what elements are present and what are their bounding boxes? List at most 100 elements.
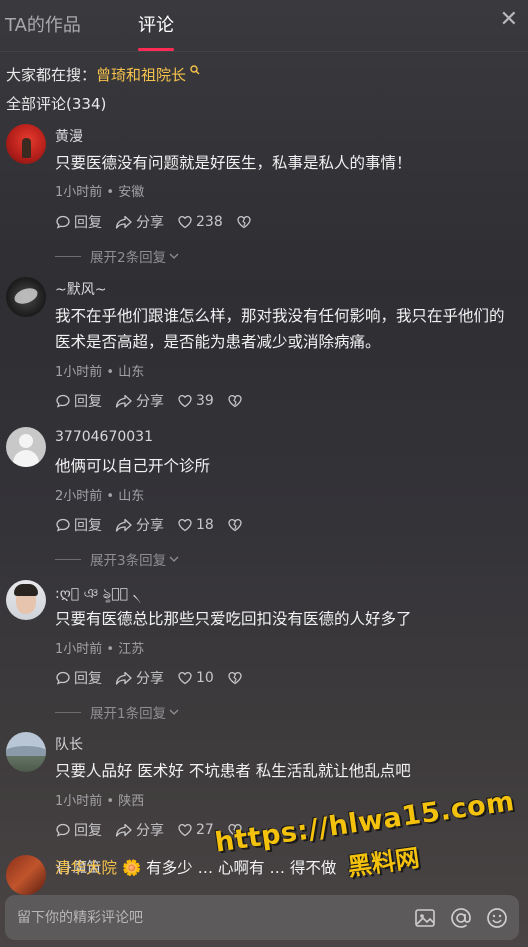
avatar[interactable] (6, 855, 46, 895)
dislike-button[interactable] (236, 214, 255, 230)
share-icon (115, 823, 132, 837)
comment-actions: 回复 分享 39 (55, 391, 259, 411)
at-mention-icon[interactable] (449, 906, 473, 930)
chevron-down-icon (169, 709, 179, 715)
comment-input-bar (5, 895, 519, 940)
like-count: 27 (196, 822, 214, 838)
reply-label: 回复 (74, 518, 102, 534)
share-icon (115, 394, 132, 408)
reply-icon (56, 518, 70, 532)
comment-meta: 1小时前 • 安徽 (55, 185, 145, 200)
expand-label: 展开1条回复 (90, 706, 167, 722)
comment-text-highlight[interactable]: 清华大院 (55, 859, 117, 877)
like-count: 10 (196, 670, 214, 686)
reply-icon (56, 394, 70, 408)
comment-text-rest: 🌼 有多少 … 心啊有 … 得不做 (117, 859, 337, 877)
share-icon (115, 671, 132, 685)
comment-actions: 回复 分享 18 (55, 515, 259, 535)
tab-comments[interactable]: 评论 (138, 11, 174, 37)
comment-meta: 2小时前 • 山东 (55, 489, 145, 504)
reply-icon (56, 215, 70, 229)
comment-text: 只要人品好 医术好 不坑患者 私生活乱就让他乱点吧 (55, 762, 411, 780)
like-button[interactable]: 18 (177, 517, 214, 533)
hot-search-link[interactable]: 曾琦和祖院长 (96, 66, 186, 84)
like-count: 18 (196, 517, 214, 533)
watermark: https://hlwa15.com 黑料网 (213, 786, 516, 882)
expand-replies[interactable]: 展开1条回复 (55, 702, 180, 722)
reply-button[interactable]: 回复 (55, 391, 102, 411)
dislike-button[interactable] (227, 517, 246, 533)
share-button[interactable]: 分享 (115, 820, 164, 840)
avatar[interactable] (6, 580, 46, 620)
share-label: 分享 (136, 215, 164, 231)
comment-author[interactable]: 队长 (55, 734, 83, 754)
chevron-down-icon (169, 253, 179, 259)
reply-icon (56, 823, 70, 837)
tab-works[interactable]: TA的作品 (5, 11, 81, 37)
comment-author[interactable]: ~默风~ (55, 279, 106, 299)
expand-replies[interactable]: 展开3条回复 (55, 549, 180, 569)
like-count: 238 (196, 214, 223, 230)
share-label: 分享 (136, 823, 164, 839)
comment-text: 只要有医德总比那些只爱吃回扣没有医德的人好多了 (55, 610, 412, 628)
reply-button[interactable]: 回复 (55, 515, 102, 535)
avatar[interactable] (6, 732, 46, 772)
heart-icon (178, 394, 192, 408)
broken-heart-icon (228, 394, 242, 408)
reply-label: 回复 (74, 394, 102, 410)
comment-meta: 1小时前 • 江苏 (55, 642, 145, 657)
hot-search: 大家都在搜：曾琦和祖院长 (6, 64, 200, 85)
comment-text: 我不在乎他们跟谁怎么样，那对我没有任何影响，我只在乎他们的医术是否高超，是否能为… (55, 307, 505, 351)
share-button[interactable]: 分享 (115, 391, 164, 411)
emoji-icon[interactable] (485, 906, 509, 930)
reply-button[interactable]: 回复 (55, 668, 102, 688)
share-button[interactable]: 分享 (115, 515, 164, 535)
comment-meta: 1小时前 • 陕西 (55, 794, 145, 809)
comment-meta: 1小时前 • 山东 (55, 365, 145, 380)
like-button[interactable]: 238 (177, 214, 223, 230)
search-icon (186, 64, 200, 78)
avatar[interactable] (6, 277, 46, 317)
share-label: 分享 (136, 394, 164, 410)
heart-icon (178, 823, 192, 837)
like-button[interactable]: 27 (177, 822, 214, 838)
like-button[interactable]: 10 (177, 670, 214, 686)
top-tab-bar: TA的作品 评论 ✕ (0, 0, 528, 52)
broken-heart-icon (228, 518, 242, 532)
share-button[interactable]: 分享 (115, 212, 164, 232)
reply-button[interactable]: 回复 (55, 820, 102, 840)
image-icon[interactable] (413, 906, 437, 930)
reply-icon (56, 671, 70, 685)
comment-author[interactable]: 37704670031 (55, 429, 153, 445)
reply-label: 回复 (74, 671, 102, 687)
avatar[interactable] (6, 124, 46, 164)
share-icon (115, 215, 132, 229)
expand-replies[interactable]: 展开2条回复 (55, 246, 180, 266)
share-label: 分享 (136, 671, 164, 687)
comment-text: 只要医德没有问题就是好医生，私事是私人的事情！ (55, 154, 412, 172)
reply-button[interactable]: 回复 (55, 212, 102, 232)
heart-icon (178, 518, 192, 532)
share-label: 分享 (136, 518, 164, 534)
heart-icon (178, 215, 192, 229)
comment-author[interactable]: 黄漫 (55, 126, 83, 146)
watermark-name: 黑料网 (345, 843, 422, 882)
comment-count: 全部评论(334) (6, 95, 107, 113)
like-button[interactable]: 39 (177, 393, 214, 409)
avatar[interactable] (6, 427, 46, 467)
dislike-button[interactable] (227, 670, 246, 686)
comment-actions: 回复 分享 238 (55, 212, 268, 232)
close-icon[interactable]: ✕ (500, 8, 518, 32)
comment-author[interactable]: :ღ⃢ ঞ ৡ着⃢ ৲ (55, 582, 141, 606)
broken-heart-icon (237, 215, 251, 229)
share-button[interactable]: 分享 (115, 668, 164, 688)
dislike-button[interactable] (227, 393, 246, 409)
hot-search-label: 大家都在搜： (6, 66, 97, 84)
broken-heart-icon (228, 671, 242, 685)
comment-input[interactable] (17, 907, 397, 929)
comment-text: 他俩可以自己开个诊所 (55, 457, 211, 475)
chevron-down-icon (169, 556, 179, 562)
expand-label: 展开2条回复 (90, 250, 167, 266)
expand-label: 展开3条回复 (90, 553, 167, 569)
heart-icon (178, 671, 192, 685)
